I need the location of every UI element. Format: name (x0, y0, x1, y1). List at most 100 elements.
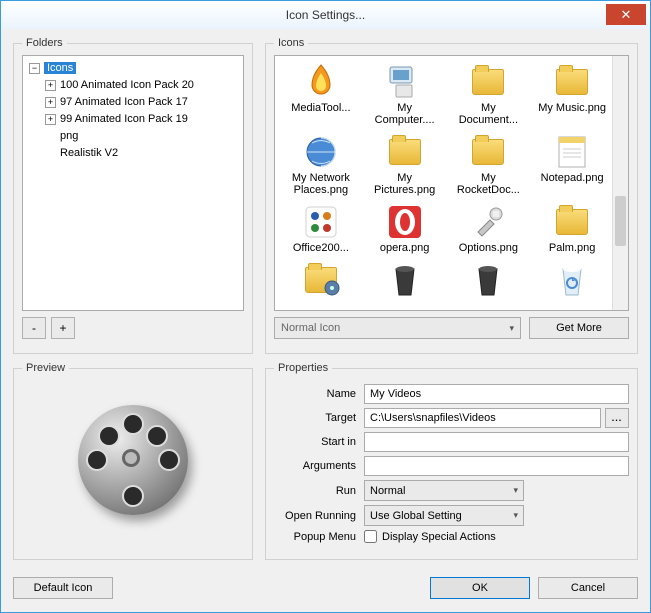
preview-panel: Preview (13, 362, 253, 560)
chevron-down-icon: ▾ (513, 485, 518, 496)
tree-root[interactable]: −Icons +100 Animated Icon Pack 20+97 Ani… (29, 60, 239, 162)
icon-image (301, 132, 341, 172)
icon-label: Options.png (459, 242, 518, 254)
tree-item[interactable]: +97 Animated Icon Pack 17 (45, 94, 239, 111)
tree-item-label: png (60, 130, 78, 142)
cancel-button[interactable]: Cancel (538, 577, 638, 599)
run-select[interactable]: Normal ▾ (364, 480, 524, 501)
popup-checkbox-row[interactable]: Display Special Actions (364, 530, 496, 543)
icon-grid[interactable]: MediaTool... My Computer.... My Document..… (275, 56, 628, 310)
icon-label: Palm.png (549, 242, 595, 254)
icon-item[interactable]: Options.png (449, 202, 529, 258)
icon-item[interactable]: My Music.png (532, 62, 612, 130)
close-button[interactable]: ✕ (606, 4, 646, 25)
remove-folder-button[interactable]: - (22, 317, 46, 339)
browse-button[interactable]: ... (605, 408, 629, 428)
icon-label: Notepad.png (541, 172, 604, 184)
icon-image (468, 260, 508, 300)
icon-item[interactable] (365, 260, 445, 304)
folders-panel: Folders −Icons +100 Animated Icon Pack 2… (13, 37, 253, 354)
icon-item[interactable]: opera.png (365, 202, 445, 258)
popup-chk-label: Display Special Actions (382, 531, 496, 543)
startin-input[interactable] (364, 432, 629, 452)
tree-item-label: Realistik V2 (60, 147, 118, 159)
scrollbar[interactable] (612, 56, 628, 310)
film-reel-icon (78, 405, 188, 515)
target-input[interactable] (364, 408, 601, 428)
close-icon: ✕ (621, 7, 632, 23)
arguments-label: Arguments (274, 460, 364, 472)
tree-item[interactable]: +100 Animated Icon Pack 20 (45, 77, 239, 94)
icon-label: My RocketDoc... (452, 172, 524, 196)
icon-label: Office200... (293, 242, 349, 254)
expand-icon[interactable]: + (45, 97, 56, 108)
icon-image (468, 62, 508, 102)
chevron-down-icon: ▾ (513, 510, 518, 521)
startin-label: Start in (274, 436, 364, 448)
openrunning-select[interactable]: Use Global Setting ▾ (364, 505, 524, 526)
arguments-input[interactable] (364, 456, 629, 476)
icon-size-combo[interactable]: Normal Icon ▾ (274, 317, 521, 339)
scroll-thumb[interactable] (615, 196, 626, 246)
expand-icon[interactable]: + (45, 80, 56, 91)
icons-toolbar: Normal Icon ▾ Get More (274, 317, 629, 339)
icon-item[interactable]: My Computer.... (365, 62, 445, 130)
icon-item[interactable]: My Document... (449, 62, 529, 130)
icon-item[interactable]: Palm.png (532, 202, 612, 258)
chevron-down-icon: ▾ (509, 323, 514, 334)
tree-item[interactable]: png (45, 128, 239, 145)
openrunning-value: Use Global Setting (370, 510, 462, 522)
window-title: Icon Settings... (286, 8, 365, 22)
run-value: Normal (370, 485, 405, 497)
icon-image (468, 132, 508, 172)
icon-item[interactable]: My RocketDoc... (449, 132, 529, 200)
icon-label: My Computer.... (369, 102, 441, 126)
name-input[interactable] (364, 384, 629, 404)
icon-image (385, 202, 425, 242)
icon-item[interactable] (532, 260, 612, 304)
tree-item-label: 97 Animated Icon Pack 17 (60, 96, 188, 108)
icon-item[interactable] (449, 260, 529, 304)
icon-item[interactable]: My Network Places.png (281, 132, 361, 200)
icon-item[interactable]: MediaTool... (281, 62, 361, 130)
icon-item[interactable] (281, 260, 361, 304)
tree-root-label[interactable]: Icons (44, 62, 76, 74)
add-folder-button[interactable]: + (51, 317, 75, 339)
icon-label: My Document... (452, 102, 524, 126)
icon-image (301, 260, 341, 300)
preview-legend: Preview (22, 362, 69, 374)
icon-label: opera.png (380, 242, 430, 254)
get-more-button[interactable]: Get More (529, 317, 629, 339)
icon-label: MediaTool... (291, 102, 350, 114)
popup-checkbox[interactable] (364, 530, 377, 543)
tree-item[interactable]: Realistik V2 (45, 145, 239, 162)
icon-image (385, 132, 425, 172)
icon-item[interactable]: My Pictures.png (365, 132, 445, 200)
icon-label: My Pictures.png (369, 172, 441, 196)
default-icon-button[interactable]: Default Icon (13, 577, 113, 599)
icon-image (552, 62, 592, 102)
tree-item[interactable]: +99 Animated Icon Pack 19 (45, 111, 239, 128)
target-label: Target (274, 412, 364, 424)
name-label: Name (274, 388, 364, 400)
properties-legend: Properties (274, 362, 332, 374)
bottom-bar: Default Icon OK Cancel (13, 574, 638, 602)
ok-button[interactable]: OK (430, 577, 530, 599)
icon-size-value: Normal Icon (281, 322, 340, 334)
icon-image (385, 62, 425, 102)
icon-grid-container: MediaTool... My Computer.... My Document..… (274, 55, 629, 311)
icons-panel: Icons MediaTool...My Computer....My Docu… (265, 37, 638, 354)
preview-image (22, 380, 244, 540)
icon-label: My Music.png (538, 102, 606, 114)
folder-tree[interactable]: −Icons +100 Animated Icon Pack 20+97 Ani… (22, 55, 244, 311)
collapse-icon[interactable]: − (29, 63, 40, 74)
icon-image (385, 260, 425, 300)
icon-item[interactable]: Notepad.png (532, 132, 612, 200)
expand-icon[interactable]: + (45, 114, 56, 125)
icon-item[interactable]: Office200... (281, 202, 361, 258)
folder-buttons: - + (22, 317, 244, 339)
tree-item-label: 99 Animated Icon Pack 19 (60, 113, 188, 125)
titlebar: Icon Settings... ✕ (1, 1, 650, 29)
folders-legend: Folders (22, 37, 67, 49)
icon-image (301, 202, 341, 242)
